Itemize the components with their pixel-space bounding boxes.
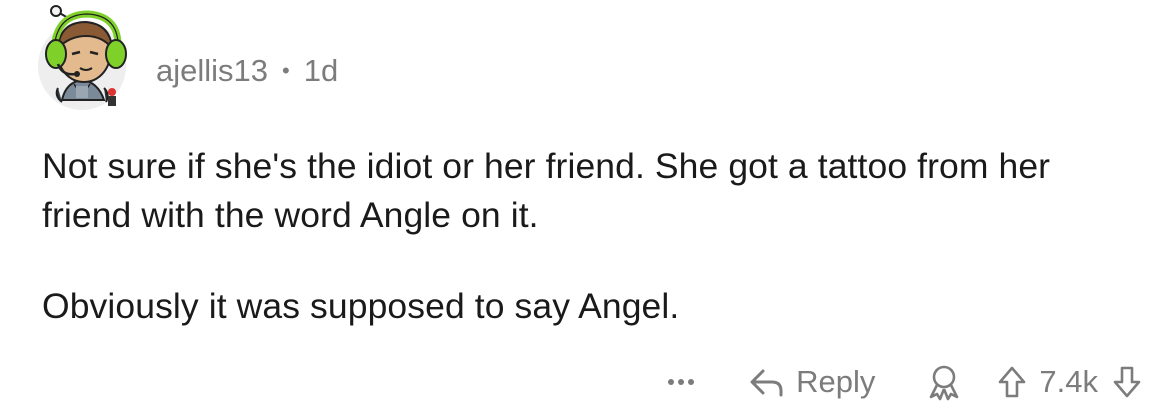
upvote-button[interactable] [997,365,1027,399]
vote-score: 7.4k [1039,364,1098,399]
comment: ajellis13 • 1d Not sure if she's the idi… [0,0,1170,419]
award-button[interactable] [925,363,963,401]
comment-actions: Reply 7.4k [660,352,1142,412]
reply-button[interactable]: Reply [748,364,875,400]
award-icon [930,365,959,401]
comment-age: 1d [303,53,339,88]
reply-label: Reply [796,364,876,399]
comment-header: ajellis13 • 1d [36,4,338,114]
avatar-image [38,5,127,110]
more-icon [668,379,675,385]
comment-paragraph: Not sure if she's the idiot or her frien… [42,146,1051,235]
comment-paragraph: Obviously it was supposed to say Angel. [42,286,680,326]
comment-body: Not sure if she's the idiot or her frien… [42,142,1142,331]
more-options-button[interactable] [660,362,702,402]
downvote-button[interactable] [1112,365,1142,399]
author-username[interactable]: ajellis13 [156,53,268,89]
avatar[interactable] [36,4,140,114]
upvote-arrow-icon [999,366,1026,398]
downvote-arrow-icon [1113,366,1141,398]
meta-separator: • [282,58,290,83]
reply-arrow-icon [750,369,783,397]
comment-meta: ajellis13 • 1d [156,53,338,89]
